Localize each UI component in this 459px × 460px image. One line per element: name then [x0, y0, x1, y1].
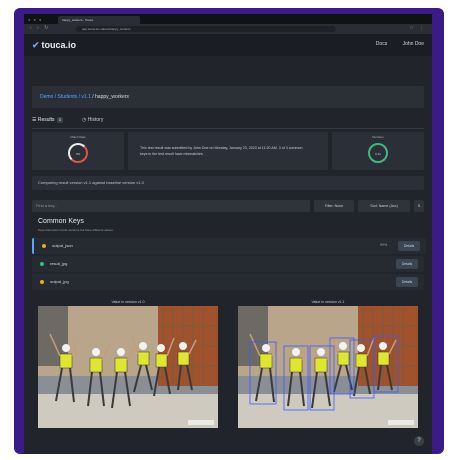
filter-type-select[interactable]: Filter: None — [314, 200, 354, 212]
submission-card: This test result was submitted by John D… — [128, 132, 328, 170]
url-field[interactable]: app.touca.io/~/demo/happy_workers — [76, 26, 336, 32]
duration-value: 0.4s — [375, 152, 381, 156]
tab-results[interactable]: ☰ Results 3 — [32, 114, 63, 126]
window-controls[interactable]: ● ● ● — [28, 17, 42, 22]
sort-order-button[interactable]: ⇅ — [414, 200, 424, 212]
list-item[interactable]: output_jpg Details — [32, 274, 424, 290]
list-item[interactable]: output_json 99% Details — [32, 238, 426, 254]
tab-results-label: Results — [37, 117, 55, 123]
tab-history-label: History — [87, 117, 104, 123]
workers-photo-current-graphic — [238, 306, 418, 428]
results-count-badge: 3 — [56, 117, 63, 123]
touca-app: ✔ touca.io Docs John Doe Demo / Students … — [24, 34, 432, 454]
browser-tab[interactable]: happy_workers - Touca — [58, 16, 140, 24]
sort-select[interactable]: Sort: Name (Asc) — [358, 200, 410, 212]
duration-card: Duration 0.4s — [332, 132, 424, 170]
key-name: result_jpg — [50, 261, 68, 266]
browser-window: ● ● ● happy_workers - Touca ‹ › ↻ app.to… — [24, 14, 432, 454]
workers-photo-baseline-graphic — [38, 306, 218, 428]
match-rate-ring: 0% — [68, 143, 88, 163]
image-panel-current: Value in version v1.1 — [238, 300, 418, 436]
status-dot — [42, 244, 46, 248]
details-button[interactable]: Details — [398, 241, 420, 251]
logo-text: touca.io — [41, 40, 77, 50]
tab-strip: ● ● ● happy_workers - Touca — [24, 14, 432, 24]
tab-divider — [32, 128, 424, 129]
docs-link[interactable]: Docs — [376, 41, 387, 47]
top-navbar: ✔ touca.io Docs John Doe — [24, 34, 432, 56]
match-rate-card: Match Rate 0% — [32, 132, 124, 170]
browser-menu-icons[interactable]: ☆ ⋮ — [409, 25, 426, 31]
help-button[interactable]: ? — [414, 436, 424, 446]
submission-text: This test result was submitted by John D… — [140, 146, 303, 156]
status-dot — [40, 262, 44, 266]
key-name: output_json — [52, 243, 73, 248]
breadcrumb: Demo / Students / v1.1 / happy_workers — [40, 94, 129, 100]
summary-cards: Match Rate 0% This test result was submi… — [32, 132, 424, 170]
match-rate-value: 0% — [75, 152, 81, 156]
compare-text: Comparing result version v1.1 against ba… — [38, 180, 144, 185]
details-button[interactable]: Details — [396, 277, 418, 287]
breadcrumb-panel: Demo / Students / v1.1 / happy_workers — [32, 86, 424, 108]
section-title: Common Keys — [38, 218, 84, 225]
details-button[interactable]: Details — [396, 259, 418, 269]
breadcrumb-suite-link[interactable]: Demo / Students / v1.1 — [40, 94, 91, 100]
user-menu[interactable]: John Doe — [403, 41, 424, 47]
workers-photo-baseline[interactable] — [38, 306, 218, 428]
key-search-input[interactable]: Find a key... — [32, 200, 310, 212]
version-compare-bar[interactable]: Comparing result version v1.1 against ba… — [32, 176, 424, 190]
match-rate-caption: Match Rate — [70, 135, 86, 139]
image-panel-baseline: Value in version v1.0 — [38, 300, 218, 436]
key-meta: 99% — [380, 243, 388, 247]
logo-mark-icon: ✔ — [32, 40, 40, 50]
tab-history[interactable]: ◷ History — [82, 114, 103, 126]
sort-icon: ⇅ — [417, 204, 421, 208]
image-label-baseline: Value in version v1.0 — [111, 300, 145, 304]
status-dot — [40, 280, 44, 284]
list-item[interactable]: result_jpg Details — [32, 256, 424, 272]
filter-bar: Find a key... Filter: None Sort: Name (A… — [32, 200, 424, 212]
duration-ring: 0.4s — [368, 143, 388, 163]
nav-links: Docs John Doe — [362, 41, 424, 47]
breadcrumb-testcase: / happy_workers — [92, 94, 129, 100]
duration-caption: Duration — [372, 135, 384, 139]
back-forward-reload-icons[interactable]: ‹ › ↻ — [30, 25, 50, 31]
section-subtitle: Keys that exist in both versions but hav… — [38, 228, 114, 232]
touca-logo[interactable]: ✔ touca.io — [32, 40, 76, 51]
image-label-current: Value in version v1.1 — [311, 300, 345, 304]
workers-photo-current[interactable] — [238, 306, 418, 428]
key-name: output_jpg — [50, 279, 69, 284]
address-bar-row: ‹ › ↻ app.touca.io/~/demo/happy_workers … — [24, 24, 432, 34]
question-icon: ? — [417, 438, 421, 444]
